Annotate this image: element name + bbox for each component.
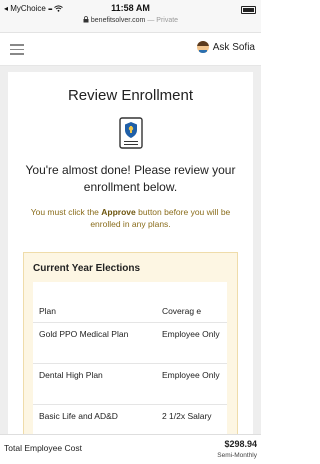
plan-coverage: Employee Only [155,322,227,364]
plan-name: Gold PPO Medical Plan [33,322,156,364]
private-mode-label: — Private [147,17,179,24]
address-bar[interactable]: benefitsolver.com — Private [0,16,261,24]
battery-icon [241,6,256,14]
plan-coverage: Employee Only [155,363,227,405]
plan-name: Basic Life and AD&D [33,404,156,434]
main-content[interactable]: Review Enrollment You're almost done! Pl… [0,66,261,434]
ios-status-bar: ◂ MyChoice ▪▪▪ 11:58 AM benefitsolver.co… [0,0,261,33]
pay-frequency: Semi-Monthly [217,452,257,459]
total-cost-amount: $298.94 [224,439,257,449]
approve-keyword: Approve [101,207,136,217]
table-row: Gold PPO Medical Plan Employee Only [33,322,227,364]
app-header: Ask Sofia [0,33,261,66]
clock: 11:58 AM [111,3,150,13]
plan-coverage: 2 1/2x Salary [155,404,227,434]
current-year-elections-panel: Current Year Elections Plan Coverag e Go… [23,252,238,434]
ask-sofia-label: Ask Sofia [212,41,255,53]
table-header-row: Plan Coverag e [33,282,227,323]
total-cost-footer: Total Employee Cost $298.94 Semi-Monthly [0,434,261,464]
almost-done-message: You're almost done! Please review your e… [25,163,236,194]
sofia-avatar-icon [196,41,209,53]
total-cost-label: Total Employee Cost [4,443,82,453]
approve-instruction: You must click the Approve button before… [26,206,235,230]
column-header-coverage: Coverag e [155,282,227,323]
page-title: Review Enrollment [67,87,194,104]
table-row: Basic Life and AD&D 2 1/2x Salary [33,404,227,434]
elections-title: Current Year Elections [33,263,141,274]
plan-name: Dental High Plan [33,363,156,405]
shield-document-icon [119,117,143,149]
lock-icon [83,16,89,23]
elections-table: Plan Coverag e Gold PPO Medical Plan Emp… [33,282,227,434]
approve-prefix: You must click the [30,207,102,217]
hamburger-menu-icon[interactable] [10,44,24,55]
ask-sofia-button[interactable]: Ask Sofia [196,41,255,53]
column-header-plan: Plan [33,282,156,323]
table-row: Dental High Plan Employee Only [33,363,227,405]
url-text: benefitsolver.com [90,17,146,24]
